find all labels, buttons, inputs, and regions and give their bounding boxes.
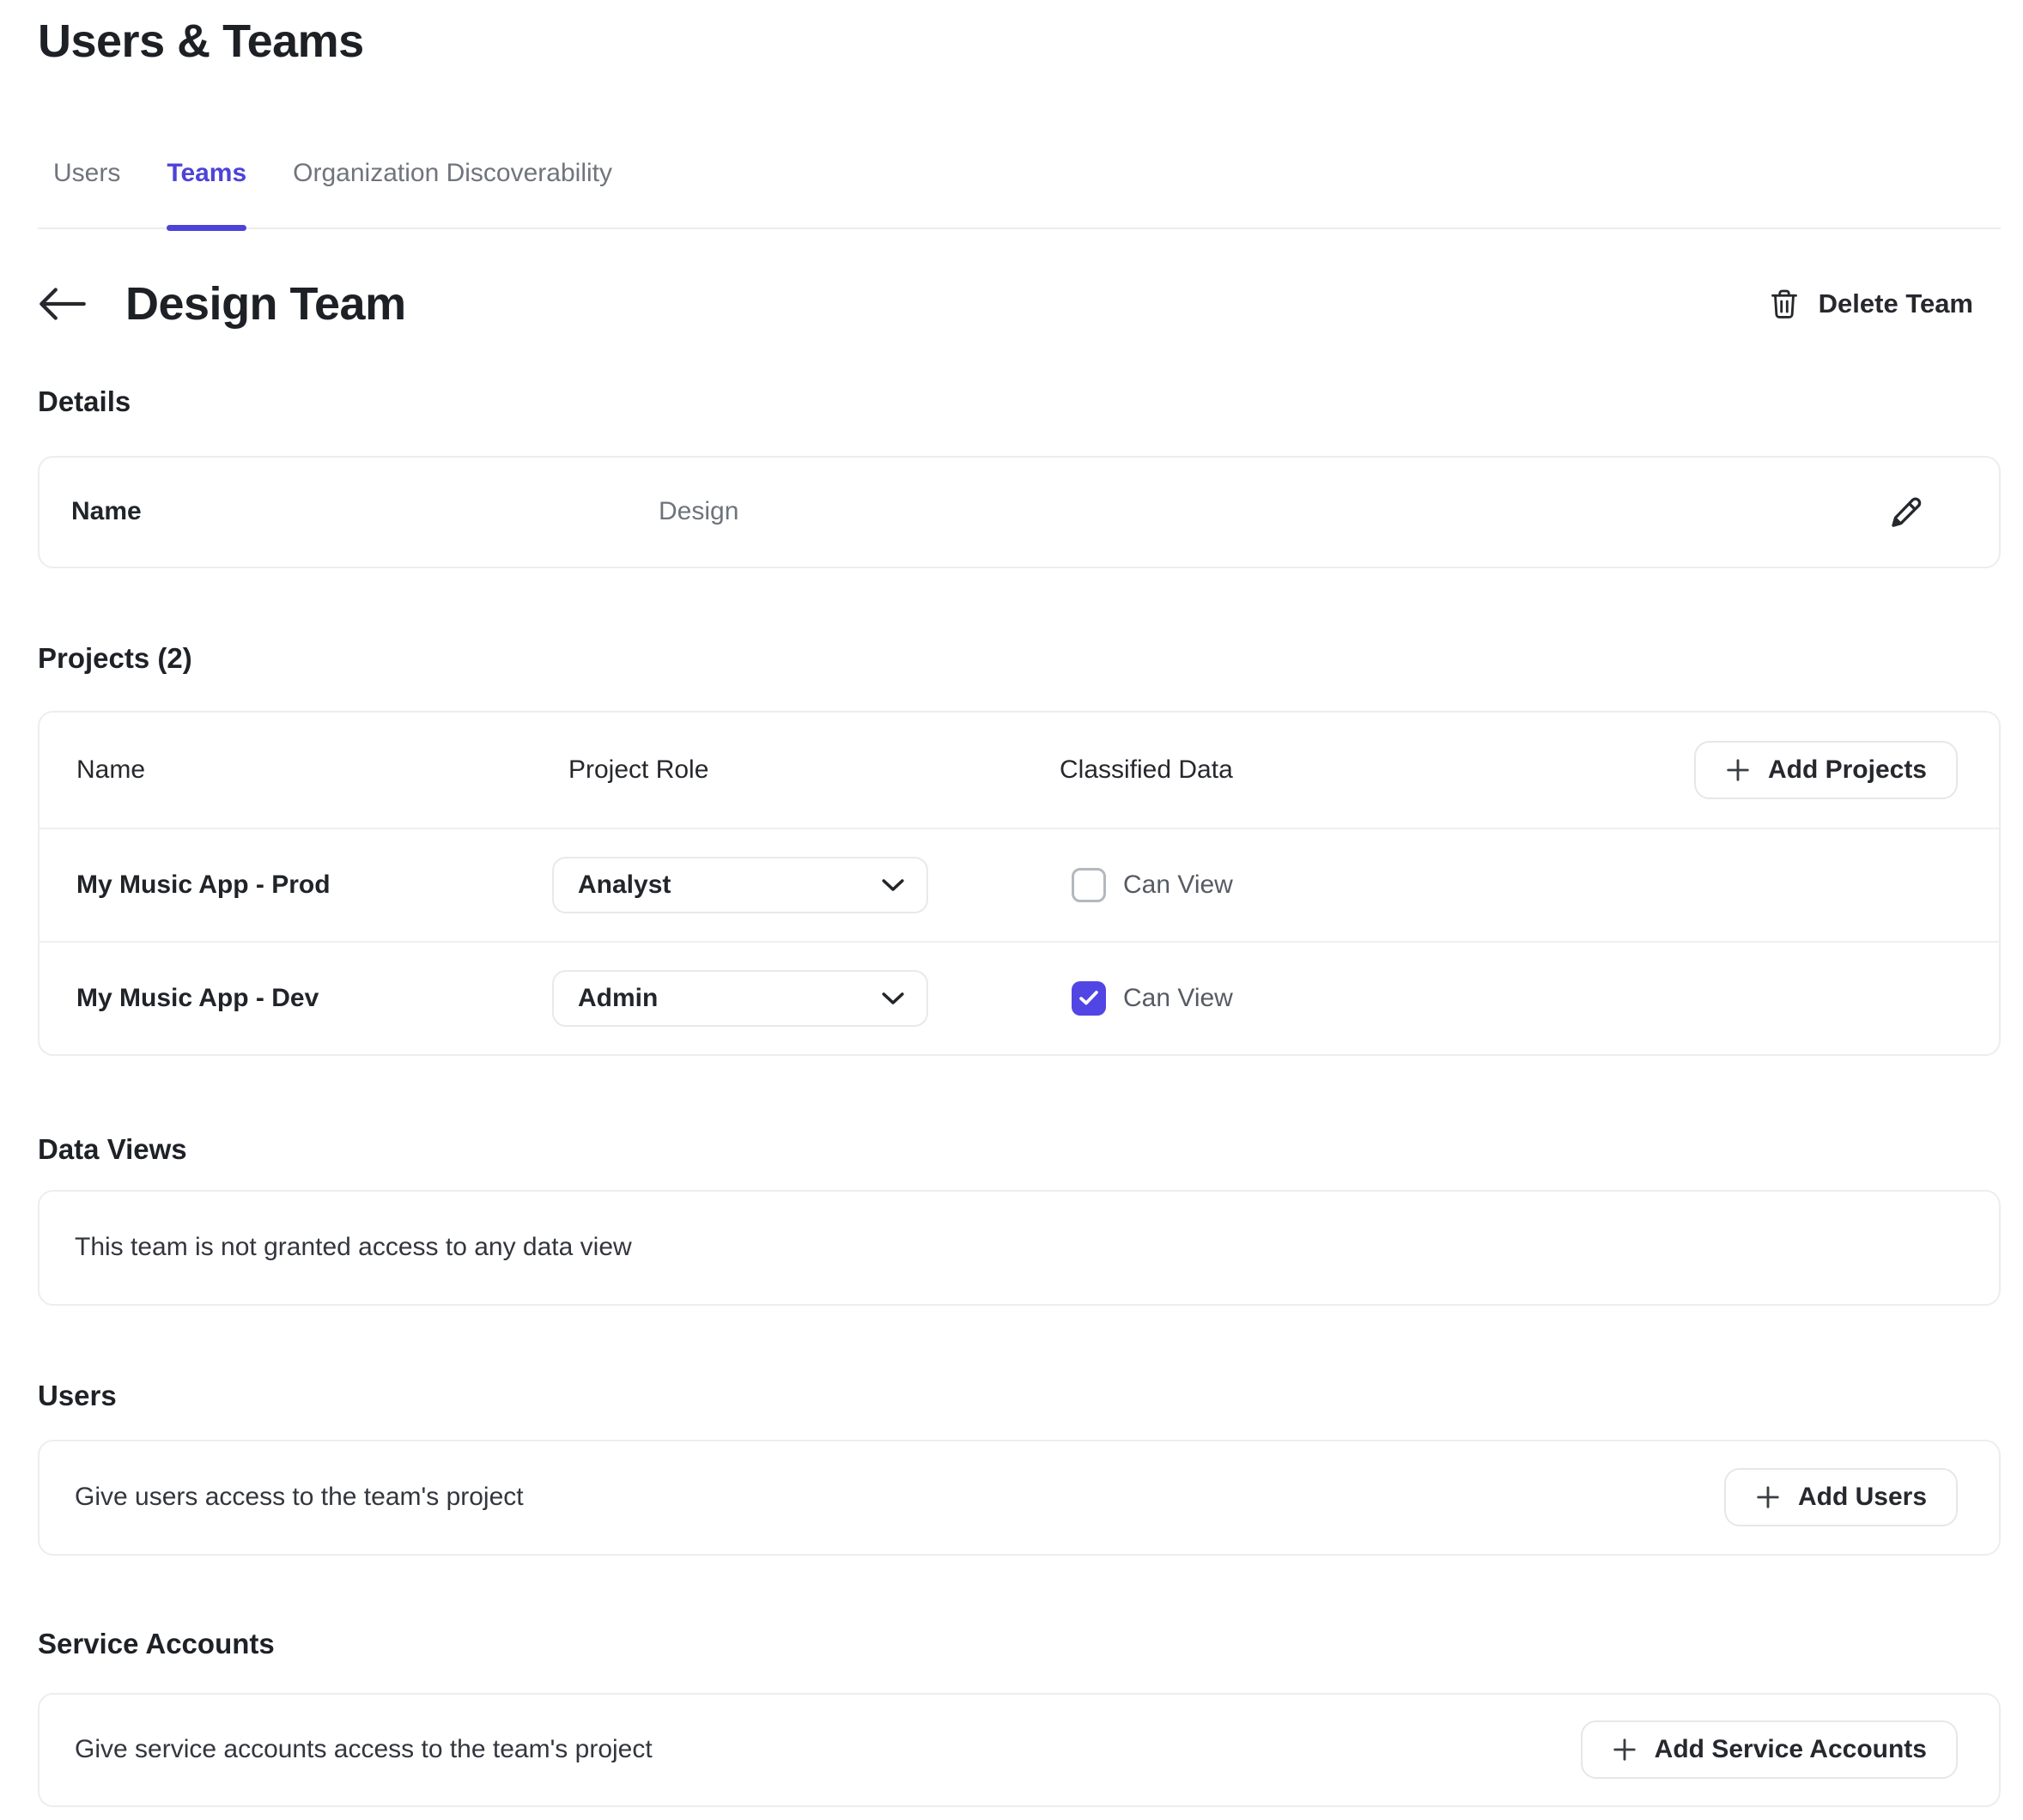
delete-team-button[interactable]: Delete Team (1769, 287, 1973, 321)
column-header-classified-data: Classified Data (1060, 755, 1694, 785)
chevron-down-icon (882, 992, 904, 1005)
table-row: My Music App - Prod Analyst Can View (39, 828, 1999, 941)
add-users-label: Add Users (1798, 1483, 1927, 1512)
chevron-down-icon (882, 878, 904, 892)
can-view-checkbox[interactable] (1072, 868, 1106, 902)
name-label: Name (71, 497, 659, 526)
details-section-title: Details (38, 385, 2001, 418)
project-role-select[interactable]: Admin (552, 970, 928, 1027)
page-title: Users & Teams (38, 14, 2001, 70)
projects-table-header: Name Project Role Classified Data Add Pr… (39, 713, 1999, 828)
pencil-icon (1888, 494, 1924, 530)
name-value: Design (659, 497, 738, 526)
edit-name-button[interactable] (1887, 493, 1925, 531)
plus-icon (1612, 1737, 1637, 1762)
back-button[interactable] (38, 283, 89, 325)
users-section-title: Users (38, 1380, 2001, 1412)
service-accounts-section-title: Service Accounts (38, 1628, 2001, 1660)
add-service-accounts-label: Add Service Accounts (1655, 1735, 1927, 1764)
check-icon (1078, 990, 1099, 1006)
team-header: Design Team Delete Team (38, 277, 2001, 331)
add-users-button[interactable]: Add Users (1724, 1468, 1958, 1526)
tab-users[interactable]: Users (53, 159, 120, 228)
project-name: My Music App - Prod (76, 871, 552, 900)
service-accounts-description: Give service accounts access to the team… (75, 1735, 653, 1764)
project-role-select[interactable]: Analyst (552, 857, 928, 913)
projects-table: Name Project Role Classified Data Add Pr… (38, 711, 2001, 1056)
project-role-value: Admin (578, 984, 658, 1013)
data-views-section-title: Data Views (38, 1133, 2001, 1166)
users-teams-page: Users & Teams Users Teams Organization D… (0, 0, 2023, 1807)
users-card: Give users access to the team's project … (38, 1440, 2001, 1556)
arrow-left-icon (38, 287, 88, 321)
users-description: Give users access to the team's project (75, 1483, 524, 1512)
data-views-card: This team is not granted access to any d… (38, 1190, 2001, 1306)
table-row: My Music App - Dev Admin (39, 941, 1999, 1054)
trash-icon (1769, 287, 1800, 321)
project-name: My Music App - Dev (76, 984, 552, 1013)
can-view-label: Can View (1123, 871, 1233, 900)
add-service-accounts-button[interactable]: Add Service Accounts (1581, 1720, 1958, 1779)
column-header-name: Name (76, 755, 552, 785)
can-view-label: Can View (1123, 984, 1233, 1013)
service-accounts-card: Give service accounts access to the team… (38, 1693, 2001, 1807)
data-views-empty-text: This team is not granted access to any d… (75, 1233, 632, 1262)
delete-team-label: Delete Team (1819, 288, 1973, 319)
tab-bar: Users Teams Organization Discoverability (38, 159, 2001, 229)
plus-icon (1725, 757, 1751, 783)
column-header-project-role: Project Role (552, 755, 1060, 785)
add-projects-button[interactable]: Add Projects (1694, 741, 1958, 799)
plus-icon (1755, 1484, 1781, 1510)
can-view-checkbox[interactable] (1072, 981, 1106, 1016)
project-role-value: Analyst (578, 871, 671, 900)
tab-teams[interactable]: Teams (167, 159, 246, 228)
team-title: Design Team (125, 277, 406, 331)
tab-organization-discoverability[interactable]: Organization Discoverability (293, 159, 612, 228)
projects-section-title: Projects (2) (38, 642, 2001, 675)
details-card: Name Design (38, 456, 2001, 568)
add-projects-label: Add Projects (1768, 755, 1927, 785)
